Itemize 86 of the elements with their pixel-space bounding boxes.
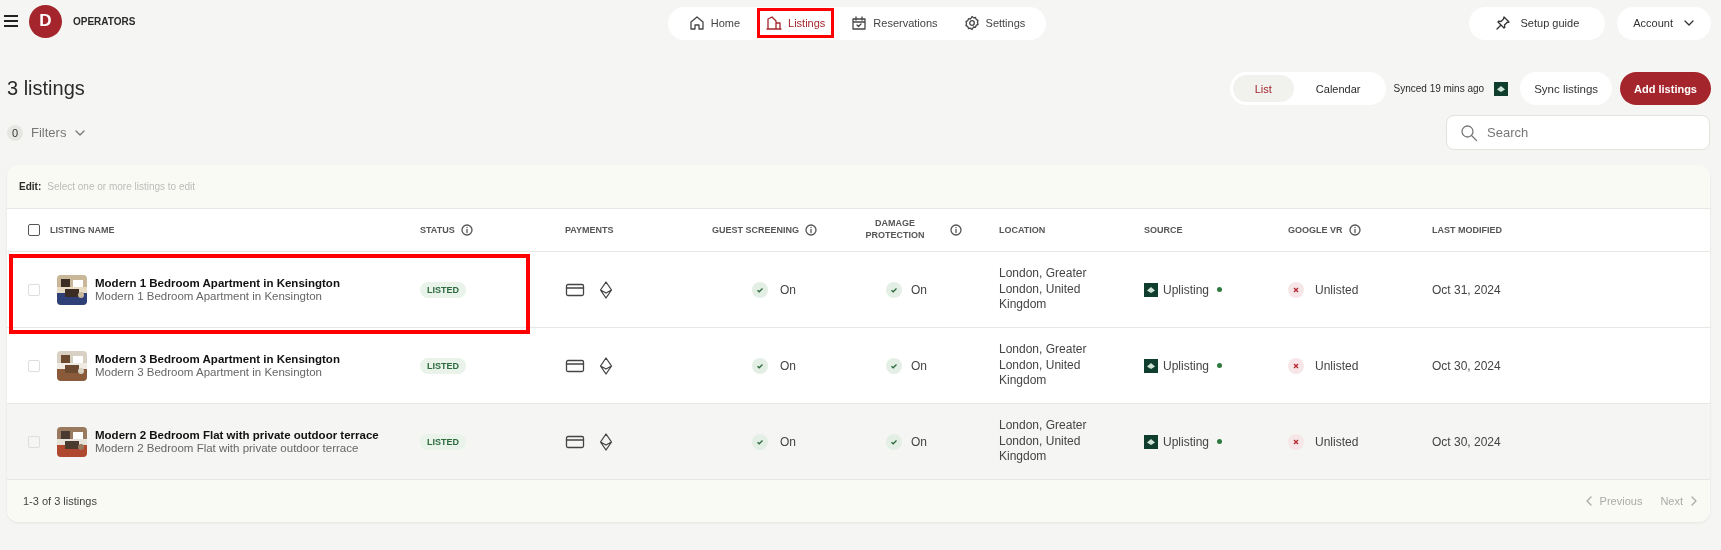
filter-count: 0 xyxy=(7,124,23,141)
source-name: Uplisting xyxy=(1163,282,1210,297)
chevron-left-icon xyxy=(1584,495,1593,507)
location-text: London, Greater London, United Kingdom xyxy=(999,342,1088,389)
calendar-icon xyxy=(851,15,868,31)
chevron-right-icon xyxy=(1690,495,1698,507)
column-header: STATUS xyxy=(420,225,455,235)
select-all-checkbox[interactable] xyxy=(28,224,40,236)
source-name: Uplisting xyxy=(1163,358,1210,373)
listing-subtitle: Modern 1 Bedroom Apartment in Kensington xyxy=(95,290,323,302)
diamond-icon xyxy=(599,280,613,299)
toggle-status: On xyxy=(780,358,796,373)
nav-tab[interactable]: Home xyxy=(679,8,750,38)
status-dot xyxy=(1217,439,1223,444)
table-row[interactable]: Modern 1 Bedroom Apartment in Kensington Modern 1 Bedroom Apartment in Kensington LISTED On On London, Greater London, United Kingdom Uplisting Unlisted Oct 31, 2024 xyxy=(7,252,1710,328)
location-text: London, Greater London, United Kingdom xyxy=(999,418,1088,465)
column-header: DAMAGE PROTECTION xyxy=(864,218,926,242)
info-icon xyxy=(805,224,817,236)
listing-name[interactable]: Modern 3 Bedroom Apartment in Kensington xyxy=(95,353,340,365)
sync-listings-button[interactable]: Sync listings xyxy=(1520,72,1613,105)
view-tab[interactable]: List xyxy=(1232,75,1294,102)
buildings-icon xyxy=(766,15,783,31)
status-badge: LISTED xyxy=(420,357,466,374)
column-header: LAST MODIFIED xyxy=(1432,225,1502,235)
status-dot xyxy=(1217,363,1223,368)
toggle-status: On xyxy=(780,282,796,297)
row-checkbox[interactable] xyxy=(28,283,40,296)
diamond-icon xyxy=(599,432,613,451)
brand-name: OPERATORS xyxy=(73,15,136,27)
house-icon xyxy=(688,15,705,31)
column-header: LOCATION xyxy=(999,225,1046,235)
google-vr-status: Unlisted xyxy=(1315,358,1359,373)
row-checkbox[interactable] xyxy=(28,435,40,448)
house-logo-icon xyxy=(1144,434,1158,449)
modified-date: Oct 30, 2024 xyxy=(1432,358,1501,373)
column-header: LISTING NAME xyxy=(50,225,115,235)
house-logo-icon xyxy=(1144,358,1158,373)
listing-count: 1-3 of 3 listings xyxy=(23,495,97,507)
pin-icon xyxy=(1494,15,1511,31)
google-vr-status: Unlisted xyxy=(1315,282,1359,297)
filters-button[interactable]: 0 Filters xyxy=(7,124,87,141)
edit-label: Edit: xyxy=(19,181,42,192)
settings-icon xyxy=(963,15,980,31)
listing-subtitle: Modern 3 Bedroom Apartment in Kensington xyxy=(95,366,323,378)
card-icon xyxy=(565,357,585,374)
account-menu[interactable]: Account xyxy=(1617,6,1711,40)
toggle-status: On xyxy=(911,358,927,373)
row-checkbox[interactable] xyxy=(28,359,40,372)
house-logo-icon xyxy=(1144,282,1158,297)
column-header: PAYMENTS xyxy=(565,225,614,235)
toggle-status: On xyxy=(911,282,927,297)
house-logo-icon xyxy=(1494,81,1509,96)
location-text: London, Greater London, United Kingdom xyxy=(999,266,1088,313)
listing-name[interactable]: Modern 1 Bedroom Apartment in Kensington xyxy=(95,277,340,289)
status-badge: LISTED xyxy=(420,281,466,298)
nav-tab[interactable]: Reservations xyxy=(842,8,947,38)
modified-date: Oct 31, 2024 xyxy=(1432,282,1501,297)
status-dot xyxy=(1217,287,1223,292)
source-name: Uplisting xyxy=(1163,434,1210,449)
info-icon xyxy=(1348,224,1361,236)
nav-tab[interactable]: Settings xyxy=(954,8,1035,38)
card-icon xyxy=(565,281,585,298)
column-header: SOURCE xyxy=(1144,225,1183,235)
logo[interactable]: D xyxy=(29,4,62,38)
listing-name[interactable]: Modern 2 Bedroom Flat with private outdoor terrace xyxy=(95,429,379,441)
search-field[interactable]: Search xyxy=(1446,115,1710,150)
status-badge: LISTED xyxy=(420,433,466,450)
add-listings-button[interactable]: Add listings xyxy=(1620,72,1711,105)
diamond-icon xyxy=(599,356,613,375)
column-header: GUEST SCREENING xyxy=(712,225,799,235)
modified-date: Oct 30, 2024 xyxy=(1432,434,1501,449)
table-row[interactable]: Modern 2 Bedroom Flat with private outdoor terrace Modern 2 Bedroom Flat with private outdoor terrace LISTED On On London, Greater London, United Kingdom Uplisting Unlisted Oct 30, 2024 xyxy=(7,404,1710,480)
card-icon xyxy=(565,433,585,450)
listing-subtitle: Modern 2 Bedroom Flat with private outdoor terrace xyxy=(95,442,360,454)
google-vr-status: Unlisted xyxy=(1315,434,1359,449)
page-title: 3 listings xyxy=(7,77,85,100)
column-header: GOOGLE VR xyxy=(1288,225,1343,235)
nav-tab[interactable]: Listings xyxy=(757,8,835,38)
info-icon xyxy=(950,224,962,236)
sync-status: Synced 19 mins ago xyxy=(1393,83,1485,94)
view-tab[interactable]: Calendar xyxy=(1293,75,1383,102)
info-icon xyxy=(460,224,473,236)
toggle-status: On xyxy=(780,434,796,449)
toggle-status: On xyxy=(911,434,927,449)
menu-icon xyxy=(3,14,19,28)
setup-guide-button[interactable]: Setup guide xyxy=(1468,6,1606,40)
